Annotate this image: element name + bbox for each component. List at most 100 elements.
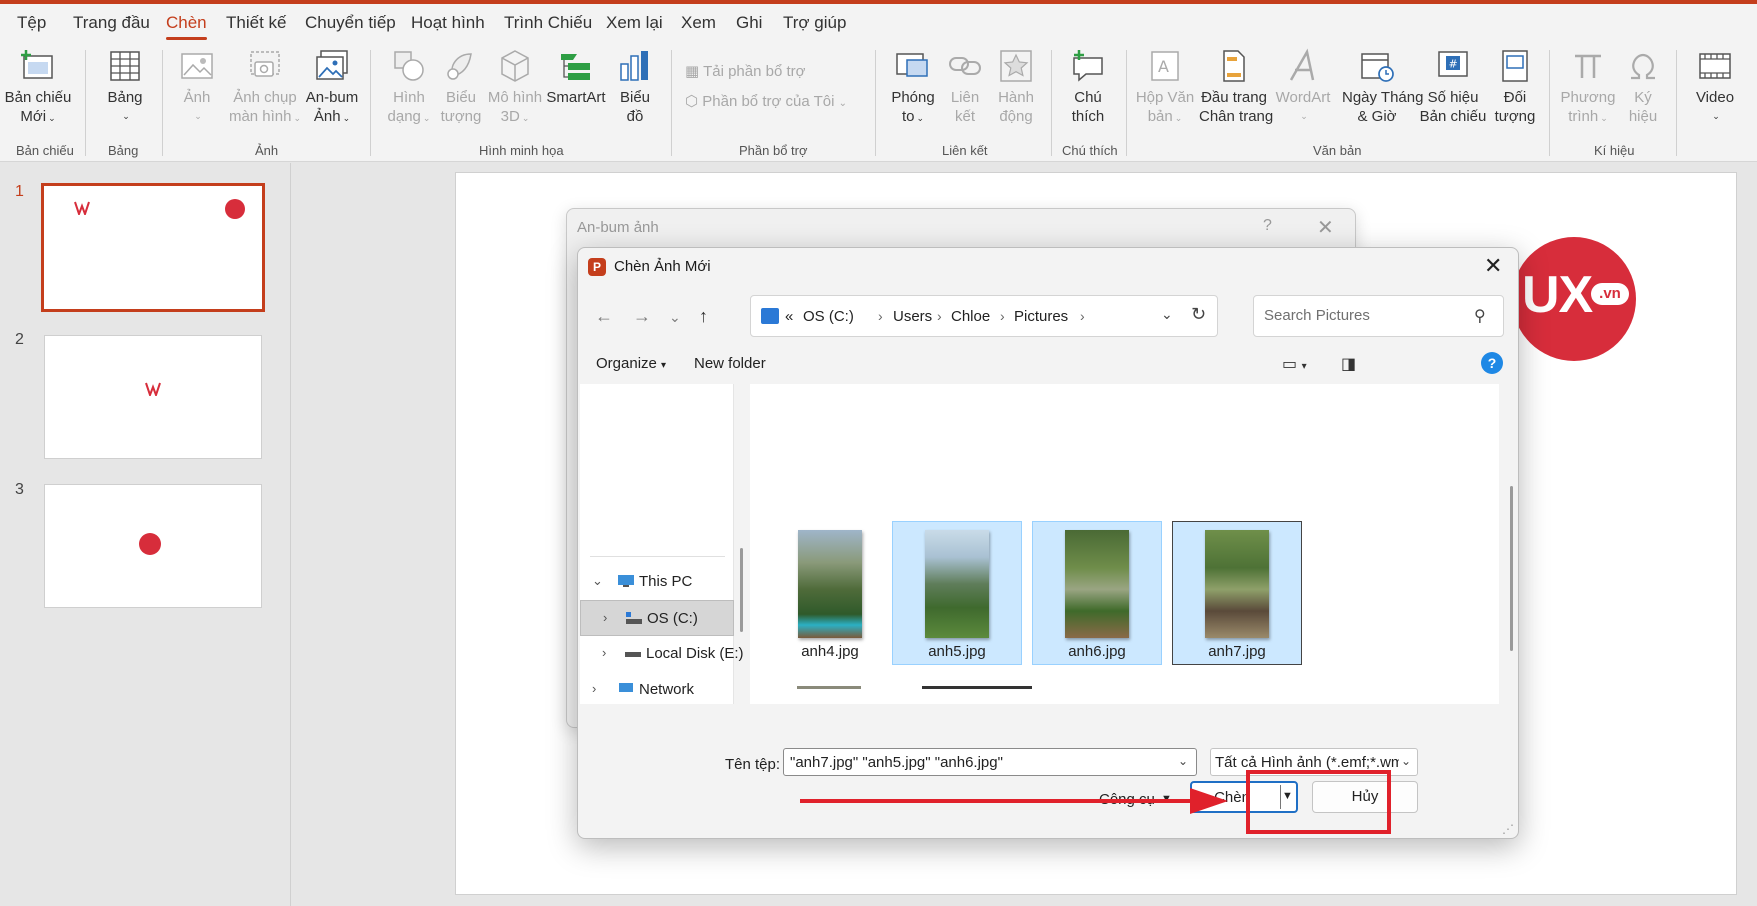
group-divider bbox=[85, 50, 86, 156]
close-icon[interactable]: ✕ bbox=[1317, 215, 1334, 240]
slide-thumbnail-3[interactable] bbox=[44, 484, 262, 608]
nav-item-os-c[interactable]: › OS (C:) bbox=[580, 600, 734, 636]
chevron-right-icon[interactable]: › bbox=[602, 645, 606, 660]
group-label-tables: Bảng bbox=[108, 143, 139, 158]
help-icon[interactable]: ? bbox=[1481, 352, 1503, 374]
chevron-down-icon[interactable]: ⌄ bbox=[1178, 754, 1188, 768]
breadcrumb-separator-icon: › bbox=[937, 308, 942, 324]
tab-help[interactable]: Trợ giúp bbox=[783, 13, 846, 33]
file-item-anh6[interactable]: anh6.jpg bbox=[1032, 521, 1162, 665]
zoom-icon bbox=[896, 53, 928, 77]
tab-transitions[interactable]: Chuyển tiếp bbox=[305, 13, 396, 33]
search-input[interactable] bbox=[1262, 306, 1462, 325]
breadcrumb-os-c[interactable]: OS (C:) bbox=[803, 308, 854, 325]
back-arrow-icon[interactable]: ← bbox=[595, 306, 613, 327]
view-options-icon[interactable]: ▭ ▾ bbox=[1282, 354, 1307, 374]
pi-icon bbox=[1575, 54, 1601, 78]
system-drive-icon bbox=[626, 612, 642, 624]
image-thumbnail-partial bbox=[922, 686, 1032, 689]
wordart-button[interactable]: WordArt ⌄ bbox=[1268, 48, 1338, 126]
tab-file[interactable]: Tệp bbox=[17, 13, 46, 33]
network-icon bbox=[619, 683, 633, 692]
image-thumbnail bbox=[798, 530, 862, 638]
my-addins-button[interactable]: ⬡ Phần bổ trợ của Tôi ⌄ bbox=[685, 92, 847, 110]
recent-locations-chevron-icon[interactable]: ⌄ bbox=[669, 309, 681, 326]
file-item-anh7[interactable]: anh7.jpg bbox=[1172, 521, 1302, 665]
navigation-pane: ⌄ This PC › OS (C:) › Local Disk (E:) › … bbox=[580, 384, 744, 704]
file-list-scrollbar[interactable] bbox=[1510, 486, 1513, 651]
group-divider bbox=[1126, 50, 1127, 156]
chevron-down-icon: ⌄ bbox=[1401, 754, 1412, 768]
video-button[interactable]: Video ⌄ bbox=[1680, 48, 1750, 126]
breadcrumb-users[interactable]: Users bbox=[893, 308, 932, 325]
ux-logo: UX .vn bbox=[1512, 237, 1636, 361]
header-footer-button[interactable]: Đầu trang Chân trang bbox=[1199, 48, 1273, 126]
refresh-icon[interactable]: ↻ bbox=[1191, 304, 1206, 325]
get-addins-button[interactable]: ▦ Tải phần bổ trợ bbox=[685, 62, 805, 80]
powerpoint-icon: P bbox=[588, 258, 606, 276]
link-icon bbox=[949, 57, 981, 75]
omega-icon bbox=[1631, 53, 1655, 80]
computer-icon bbox=[618, 575, 634, 587]
chevron-down-icon[interactable]: ⌄ bbox=[592, 573, 603, 589]
breadcrumb-separator-icon: › bbox=[878, 308, 883, 324]
preview-pane-icon[interactable]: ◨ bbox=[1341, 354, 1356, 374]
symbol-button[interactable]: Ký hiệu bbox=[1608, 48, 1678, 126]
screenshot-button[interactable]: Ảnh chụp màn hình ⌄ bbox=[228, 48, 302, 128]
file-item-anh4[interactable]: anh4.jpg bbox=[765, 521, 895, 665]
slide-thumbnail-1[interactable] bbox=[41, 183, 265, 312]
nav-item-network[interactable]: › Network bbox=[580, 672, 734, 708]
organize-button[interactable]: Organize ▾ bbox=[596, 355, 666, 372]
cube-icon bbox=[501, 50, 529, 82]
help-icon[interactable]: ? bbox=[1263, 217, 1272, 235]
forward-arrow-icon[interactable]: → bbox=[633, 306, 651, 327]
3d-models-button[interactable]: Mô hình 3D ⌄ bbox=[480, 48, 550, 128]
filename-input[interactable] bbox=[788, 753, 1168, 772]
tab-design[interactable]: Thiết kế bbox=[226, 13, 286, 33]
ux-logo-mini-icon bbox=[225, 199, 245, 219]
search-icon[interactable]: ⚲ bbox=[1474, 306, 1486, 326]
group-divider bbox=[370, 50, 371, 156]
nav-item-local-disk-e[interactable]: › Local Disk (E:) bbox=[580, 636, 744, 672]
slide-number-button[interactable]: # Số hiệu Bản chiếu bbox=[1418, 48, 1488, 126]
date-time-button[interactable]: Ngày Tháng & Giờ bbox=[1342, 48, 1423, 126]
tab-view[interactable]: Xem bbox=[681, 13, 716, 33]
chart-button[interactable]: Biểu đồ bbox=[600, 48, 670, 126]
chevron-right-icon[interactable]: › bbox=[603, 610, 607, 625]
new-folder-button[interactable]: New folder bbox=[694, 355, 766, 372]
table-button[interactable]: Bảng ⌄ bbox=[90, 48, 160, 126]
up-arrow-icon[interactable]: ↑ bbox=[699, 306, 708, 327]
tab-insert[interactable]: Chèn bbox=[166, 13, 207, 40]
picture-button[interactable]: Ảnh ⌄ bbox=[162, 48, 232, 126]
tab-record[interactable]: Ghi bbox=[736, 13, 762, 33]
slide-number: 1 bbox=[15, 183, 24, 200]
action-button[interactable]: Hành động bbox=[981, 48, 1051, 126]
chevron-down-icon[interactable]: ⌄ bbox=[1161, 306, 1173, 323]
nav-scrollbar[interactable] bbox=[740, 548, 743, 632]
breadcrumb-chloe[interactable]: Chloe bbox=[951, 308, 990, 325]
breadcrumb-overflow[interactable]: « bbox=[785, 308, 793, 325]
new-slide-button[interactable]: Bản chiếu Mới ⌄ bbox=[3, 48, 73, 128]
resize-grip-icon[interactable]: ⋰ bbox=[1502, 822, 1514, 836]
close-icon[interactable]: ✕ bbox=[1484, 253, 1502, 279]
group-divider bbox=[1676, 50, 1677, 156]
w-logo-icon bbox=[145, 382, 161, 396]
tab-review[interactable]: Xem lại bbox=[606, 13, 663, 33]
address-bar[interactable]: « OS (C:) › Users › Chloe › Pictures › ⌄… bbox=[750, 295, 1218, 337]
comment-icon bbox=[1073, 50, 1103, 82]
file-item-anh5[interactable]: anh5.jpg bbox=[892, 521, 1022, 665]
slide-thumbnail-2[interactable] bbox=[44, 335, 262, 459]
chevron-right-icon[interactable]: › bbox=[592, 681, 596, 696]
nav-item-this-pc[interactable]: ⌄ This PC bbox=[580, 564, 734, 600]
tab-animations[interactable]: Hoạt hình bbox=[411, 13, 485, 33]
textbox-button[interactable]: A Hộp Văn bản ⌄ bbox=[1130, 48, 1200, 128]
group-label-addins: Phần bổ trợ bbox=[739, 143, 808, 158]
photo-album-button[interactable]: An-bum Ảnh ⌄ bbox=[297, 48, 367, 128]
w-logo-icon bbox=[74, 201, 90, 215]
tab-home[interactable]: Trang đầu bbox=[73, 13, 150, 33]
tab-slideshow[interactable]: Trình Chiếu bbox=[504, 13, 592, 33]
breadcrumb-pictures[interactable]: Pictures bbox=[1014, 308, 1068, 325]
comment-button[interactable]: Chú thích bbox=[1053, 48, 1123, 126]
smartart-icon bbox=[561, 54, 590, 80]
object-button[interactable]: Đối tượng bbox=[1480, 48, 1550, 126]
